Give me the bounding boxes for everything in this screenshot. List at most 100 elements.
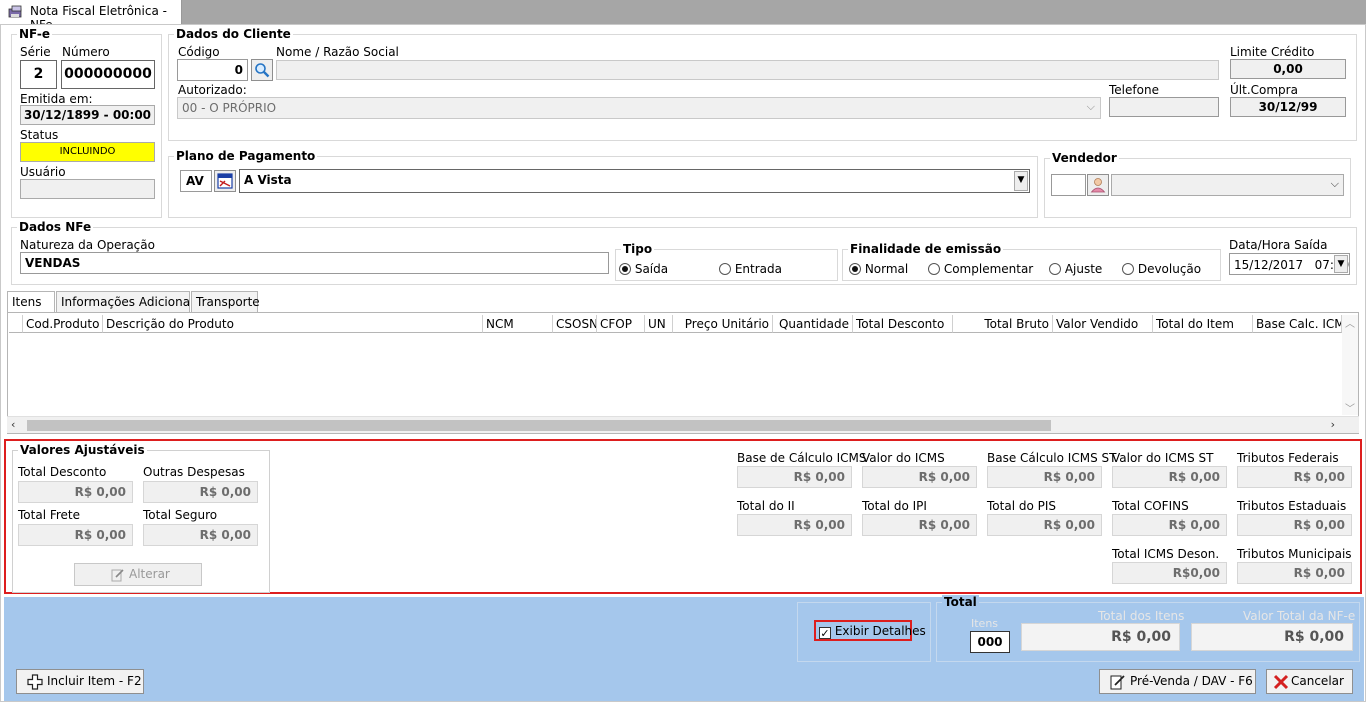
tipo-entrada-radio[interactable]: Entrada — [719, 262, 782, 276]
total-frete-field: R$ 0,00 — [18, 524, 133, 546]
outras-despesas-field: R$ 0,00 — [143, 481, 258, 503]
fin-normal-radio[interactable]: Normal — [849, 262, 908, 276]
total-ii-field: R$ 0,00 — [737, 514, 852, 536]
tab-transporte[interactable]: Transporte — [191, 291, 260, 312]
status-badge: INCLUINDO — [20, 142, 155, 162]
col-cfop[interactable]: CFOP — [597, 315, 645, 333]
tipo-saida-radio[interactable]: Saída — [619, 262, 668, 276]
grid-hscrollbar[interactable]: ‹ › — [7, 416, 1359, 433]
scroll-thumb[interactable] — [27, 420, 1051, 431]
ajustaveis-group-title: Valores Ajustáveis — [18, 443, 147, 457]
grid-vscrollbar[interactable]: ︿ ﹀ — [1342, 315, 1358, 415]
col-valor-vendido[interactable]: Valor Vendido — [1053, 315, 1153, 333]
codigo-label: Código — [178, 45, 220, 59]
search-client-button[interactable] — [251, 59, 273, 81]
total-ipi-field: R$ 0,00 — [862, 514, 977, 536]
total-desconto-label: Total Desconto — [18, 465, 107, 479]
nome-label: Nome / Razão Social — [276, 45, 399, 59]
col-base-calc-icms[interactable]: Base Calc. ICMS — [1253, 315, 1342, 333]
cancelar-button[interactable]: Cancelar — [1266, 669, 1353, 694]
total-itens-label: Total dos Itens — [1098, 609, 1185, 623]
valor-icms-field: R$ 0,00 — [862, 466, 977, 488]
serie-label: Série — [20, 45, 51, 59]
valor-icms-st-field: R$ 0,00 — [1112, 466, 1227, 488]
form-body: NF-e Série 2 Número 000000000 Emitida em… — [0, 24, 1366, 702]
col-un[interactable]: UN — [645, 315, 673, 333]
tipo-saida-label: Saída — [634, 262, 669, 276]
col-descricao[interactable]: Descrição do Produto — [103, 315, 483, 333]
total-ipi-label: Total do IPI — [862, 499, 927, 513]
search-icon — [255, 63, 270, 78]
usuario-field — [20, 179, 155, 199]
codigo-field[interactable]: 0 — [177, 59, 248, 81]
cancelar-label: Cancelar — [1291, 674, 1344, 688]
tab-itens[interactable]: Itens — [7, 291, 55, 313]
col-total-desconto[interactable]: Total Desconto — [853, 315, 953, 333]
serie-field[interactable]: 2 — [20, 60, 57, 89]
valor-total-field: R$ 0,00 — [1191, 623, 1353, 651]
person-icon — [1090, 178, 1106, 193]
limite-field: 0,00 — [1230, 59, 1346, 79]
edit-icon — [111, 569, 124, 582]
scroll-right-icon[interactable]: › — [1331, 418, 1335, 431]
scroll-left-icon[interactable]: ‹ — [11, 418, 15, 431]
total-seguro-label: Total Seguro — [143, 508, 218, 522]
outras-despesas-label: Outras Despesas — [143, 465, 245, 479]
incluir-item-button[interactable]: Incluir Item - F2 — [16, 669, 144, 694]
radio-selected-icon — [619, 263, 631, 275]
ult-compra-field: 30/12/99 — [1230, 97, 1346, 117]
pre-venda-button[interactable]: Pré-Venda / DAV - F6 — [1099, 669, 1256, 694]
trib-federais-label: Tributos Federais — [1237, 451, 1339, 465]
total-frete-label: Total Frete — [18, 508, 81, 522]
tab-informacoes-adicionais[interactable]: Informações Adicionais — [56, 291, 200, 312]
checkbox-checked-icon: ✓ — [819, 627, 831, 640]
app-icon — [8, 5, 22, 18]
pagamento-codigo-field[interactable]: AV — [180, 170, 212, 192]
chevron-down-icon: ▼ — [1014, 171, 1028, 191]
emitida-label: Emitida em: — [20, 92, 93, 106]
scroll-down-icon[interactable]: ﹀ — [1345, 400, 1355, 415]
vendedor-lookup-button[interactable] — [1087, 174, 1109, 196]
payment-plan-icon — [217, 173, 233, 189]
base-icms-label: Base de Cálculo ICMS — [737, 451, 867, 465]
alterar-button[interactable]: Alterar — [74, 563, 202, 586]
autorizado-select[interactable]: 00 - O PRÓPRIO ⌵ — [177, 97, 1101, 119]
edit-icon — [1110, 675, 1125, 690]
col-quantidade[interactable]: Quantidade — [773, 315, 853, 333]
pagamento-lookup-button[interactable] — [214, 170, 236, 192]
vendedor-select[interactable]: ⌵ — [1111, 174, 1344, 196]
natureza-field[interactable]: VENDAS — [20, 252, 609, 274]
numero-label: Número — [62, 45, 110, 59]
data-saida-picker[interactable]: 15/12/2017 07:29 ▼ — [1229, 253, 1350, 275]
total-pis-field: R$ 0,00 — [987, 514, 1102, 536]
pre-venda-label: Pré-Venda / DAV - F6 — [1130, 674, 1253, 688]
total-cofins-field: R$ 0,00 — [1112, 514, 1227, 536]
fin-devolucao-radio[interactable]: Devolução — [1122, 262, 1201, 276]
pagamento-select[interactable]: A Vista ▼ — [239, 169, 1030, 193]
footer-panel: ✓ Exibir Detalhes Total Itens 000 Total … — [4, 595, 1364, 701]
scroll-up-icon[interactable]: ︿ — [1345, 315, 1355, 330]
col-csosn[interactable]: CSOSN — [553, 315, 597, 333]
base-icms-st-field: R$ 0,00 — [987, 466, 1102, 488]
nome-field — [276, 60, 1219, 80]
fin-complementar-radio[interactable]: Complementar — [928, 262, 1033, 276]
base-icms-st-label: Base Cálculo ICMS ST — [987, 451, 1117, 465]
autorizado-label: Autorizado: — [178, 83, 247, 97]
window-tab[interactable]: Nota Fiscal Eletrônica - NFe — [0, 0, 182, 32]
valor-icms-st-label: Valor do ICMS ST — [1112, 451, 1214, 465]
pagamento-descricao: A Vista — [244, 173, 292, 187]
exibir-detalhes-checkbox[interactable]: ✓ Exibir Detalhes — [814, 620, 926, 641]
col-total-bruto[interactable]: Total Bruto — [953, 315, 1053, 333]
natureza-label: Natureza da Operação — [20, 238, 155, 252]
col-ncm[interactable]: NCM — [483, 315, 553, 333]
vendedor-codigo-field[interactable] — [1051, 174, 1086, 196]
detalhes-panel: Valores Ajustáveis Total Desconto R$ 0,0… — [4, 439, 1362, 594]
close-icon — [1273, 674, 1289, 690]
radio-icon — [1049, 263, 1061, 275]
col-total-item[interactable]: Total do Item — [1153, 315, 1253, 333]
fin-ajuste-radio[interactable]: Ajuste — [1049, 262, 1102, 276]
col-cod-produto[interactable]: Cod.Produto — [23, 315, 103, 333]
col-preco-unitario[interactable]: Preço Unitário — [673, 315, 773, 333]
numero-field[interactable]: 000000000 — [61, 60, 155, 89]
radio-icon — [719, 263, 731, 275]
